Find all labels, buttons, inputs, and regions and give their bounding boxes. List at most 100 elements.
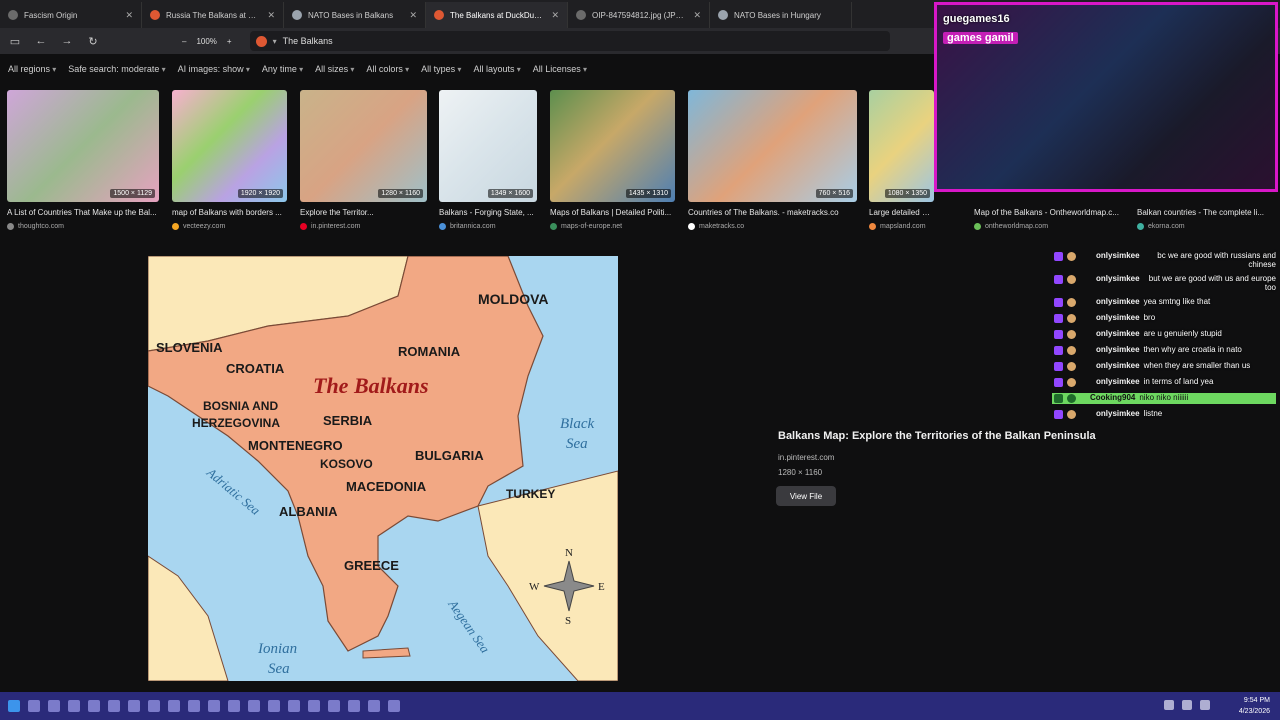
country-label: ALBANIA bbox=[279, 504, 338, 519]
close-icon[interactable]: ✕ bbox=[551, 10, 559, 21]
tab-fascism-origin[interactable]: Fascism Origin ✕ bbox=[0, 2, 142, 28]
map-title: The Balkans bbox=[313, 373, 429, 398]
app-icon[interactable] bbox=[288, 700, 300, 712]
app-icon[interactable] bbox=[388, 700, 400, 712]
nato-icon bbox=[718, 10, 728, 20]
chat-overlay: onlysimkee bc we are good with russians a… bbox=[1052, 251, 1276, 425]
view-file-button[interactable]: View File bbox=[776, 486, 836, 506]
country-label: HERZEGOVINA bbox=[192, 416, 280, 430]
close-icon[interactable]: ✕ bbox=[125, 10, 133, 21]
app-icon[interactable] bbox=[308, 700, 320, 712]
volume-icon[interactable] bbox=[1182, 700, 1192, 710]
app-icon[interactable] bbox=[348, 700, 360, 712]
chat-message: onlysimkee in terms of land yea bbox=[1054, 377, 1276, 388]
globe-icon bbox=[8, 10, 18, 20]
nato-icon bbox=[292, 10, 302, 20]
close-icon[interactable]: ✕ bbox=[693, 10, 701, 21]
chevron-down-icon[interactable]: ▾ bbox=[273, 37, 277, 46]
chat-message: onlysimkee bc we are good with russians a… bbox=[1054, 251, 1276, 269]
site-icon bbox=[869, 223, 876, 230]
app-icon[interactable] bbox=[128, 700, 140, 712]
badge-icon bbox=[1054, 298, 1063, 307]
tab-oip-image[interactable]: OIP-847594812.jpg (JPEG Image...✕ bbox=[568, 2, 710, 28]
zoom-controls: – 100% + bbox=[182, 37, 232, 46]
filter-ai-images[interactable]: AI images: show bbox=[178, 64, 250, 74]
firefox-icon[interactable] bbox=[88, 700, 100, 712]
image-result[interactable]: 1920 × 1920 map of Balkans with borders … bbox=[172, 90, 287, 230]
windows-start-icon[interactable] bbox=[8, 700, 20, 712]
sidebar-icon[interactable]: ▭ bbox=[8, 34, 22, 48]
app-icon[interactable] bbox=[248, 700, 260, 712]
app-icon[interactable] bbox=[208, 700, 220, 712]
explorer-icon[interactable] bbox=[68, 700, 80, 712]
app-icon[interactable] bbox=[328, 700, 340, 712]
site-icon bbox=[172, 223, 179, 230]
filter-safe-search[interactable]: Safe search: moderate bbox=[68, 64, 165, 74]
image-result[interactable]: 760 × 516 Countries of The Balkans. - ma… bbox=[688, 90, 857, 230]
thumbnail-image[interactable]: 1500 × 1129 bbox=[7, 90, 159, 202]
reload-icon[interactable]: ↻ bbox=[86, 34, 100, 48]
filter-region[interactable]: All regions bbox=[8, 64, 56, 74]
thumbnail-image[interactable]: 1435 × 1310 bbox=[550, 90, 675, 202]
country-label: BOSNIA AND bbox=[203, 399, 278, 413]
tab-nato-bases-hungary[interactable]: NATO Bases in Hungary bbox=[710, 2, 852, 28]
filter-license[interactable]: All Licenses bbox=[533, 64, 587, 74]
tab-the-balkans[interactable]: The Balkans at DuckDuckGo ✕ bbox=[426, 2, 568, 28]
battery-icon[interactable] bbox=[1200, 700, 1210, 710]
image-result[interactable]: 1500 × 1129 A List of Countries That Mak… bbox=[7, 90, 159, 230]
thumbnail-image[interactable]: 1349 × 1600 bbox=[439, 90, 537, 202]
app-icon[interactable] bbox=[228, 700, 240, 712]
image-result[interactable]: 1080 × 1350 Large detailed political ...… bbox=[869, 90, 934, 230]
wifi-icon[interactable] bbox=[1164, 700, 1174, 710]
compass-letter: S bbox=[565, 615, 571, 627]
clock[interactable]: 9:54 PM 4/23/2026 bbox=[1239, 695, 1270, 717]
tab-nato-bases-balkans[interactable]: NATO Bases in Balkans ✕ bbox=[284, 2, 426, 28]
back-icon[interactable]: ← bbox=[34, 34, 48, 48]
app-icon[interactable] bbox=[268, 700, 280, 712]
thumbnail-image[interactable]: 1280 × 1160 bbox=[300, 90, 427, 202]
detail-source[interactable]: in.pinterest.com bbox=[778, 453, 834, 462]
image-result[interactable]: 1435 × 1310 Maps of Balkans | Detailed P… bbox=[550, 90, 675, 230]
app-icon[interactable] bbox=[148, 700, 160, 712]
image-result[interactable]: 1280 × 1160 Explore the Territor... in.p… bbox=[300, 90, 427, 230]
app-icon[interactable] bbox=[368, 700, 380, 712]
badge-icon bbox=[1054, 378, 1063, 387]
sea-label: Black bbox=[560, 416, 594, 432]
site-icon bbox=[439, 223, 446, 230]
site-icon bbox=[7, 223, 14, 230]
duckduckgo-icon bbox=[434, 10, 444, 20]
country-label: SLOVENIA bbox=[156, 340, 223, 355]
filter-layout[interactable]: All layouts bbox=[473, 64, 520, 74]
search-icon[interactable] bbox=[28, 700, 40, 712]
badge-icon bbox=[1054, 362, 1063, 371]
tab-russia-balkans[interactable]: Russia The Balkans at DuckDuckGo✕ bbox=[142, 2, 284, 28]
chat-message: onlysimkee yea smtng like that bbox=[1054, 297, 1276, 308]
taskbar: 9:54 PM 4/23/2026 bbox=[0, 692, 1280, 720]
close-icon[interactable]: ✕ bbox=[409, 10, 417, 21]
zoom-out-button[interactable]: – bbox=[182, 37, 186, 46]
chat-message: onlysimkee bro bbox=[1054, 313, 1276, 324]
compass-letter: E bbox=[598, 581, 605, 593]
thumbnail-image[interactable]: 1080 × 1350 bbox=[869, 90, 934, 202]
filter-size[interactable]: All sizes bbox=[315, 64, 354, 74]
task-view-icon[interactable] bbox=[48, 700, 60, 712]
forward-icon[interactable]: → bbox=[60, 34, 74, 48]
filter-type[interactable]: All types bbox=[421, 64, 461, 74]
address-bar[interactable]: ▾ The Balkans bbox=[249, 31, 890, 51]
thumbnail-image[interactable]: 760 × 516 bbox=[688, 90, 857, 202]
image-result[interactable]: 1349 × 1600 Balkans - Forging State, ...… bbox=[439, 90, 537, 230]
country-label: SERBIA bbox=[323, 413, 373, 428]
app-icon[interactable] bbox=[168, 700, 180, 712]
filter-color[interactable]: All colors bbox=[366, 64, 409, 74]
badge-icon bbox=[1054, 275, 1063, 284]
app-icon[interactable] bbox=[108, 700, 120, 712]
badge-icon bbox=[1054, 410, 1063, 419]
app-icon[interactable] bbox=[188, 700, 200, 712]
zoom-in-button[interactable]: + bbox=[227, 37, 232, 46]
image-icon bbox=[576, 10, 586, 20]
filter-time[interactable]: Any time bbox=[262, 64, 303, 74]
site-icon bbox=[550, 223, 557, 230]
thumbnail-image[interactable]: 1920 × 1920 bbox=[172, 90, 287, 202]
close-icon[interactable]: ✕ bbox=[267, 10, 275, 21]
image-preview[interactable]: MOLDOVA SLOVENIA ROMANIA CROATIA BOSNIA AND H… bbox=[148, 256, 618, 681]
